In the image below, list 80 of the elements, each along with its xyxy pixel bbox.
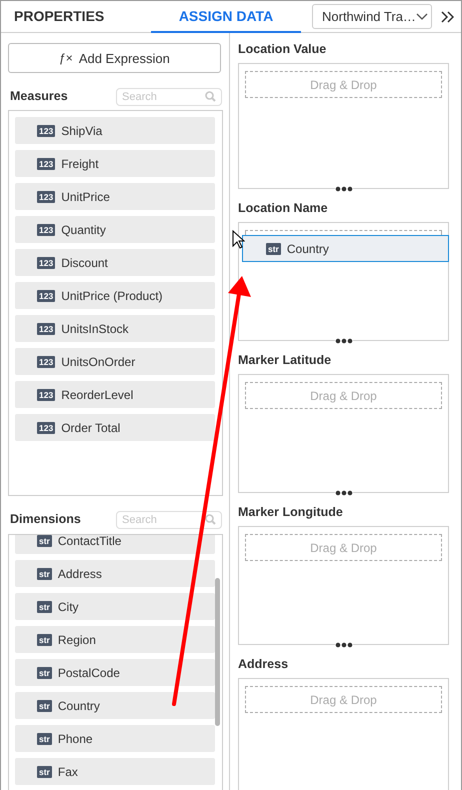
search-field[interactable]: Search	[116, 88, 222, 106]
type-badge: str	[37, 732, 52, 744]
chevron-down-icon	[416, 13, 428, 20]
type-badge: str	[37, 568, 52, 580]
field-name: Country	[58, 698, 100, 712]
type-badge: str	[37, 766, 52, 778]
type-badge: 123	[37, 388, 56, 400]
double-chevron-icon	[441, 10, 454, 22]
mouse-cursor-icon	[232, 230, 245, 249]
type-badge: str	[37, 666, 52, 678]
type-badge: 123	[37, 124, 56, 136]
well-title: Marker Latitude	[238, 352, 332, 368]
field-name: Fax	[58, 764, 78, 778]
type-badge: str	[37, 535, 52, 546]
field-item[interactable]: 123 ReorderLevel	[15, 381, 215, 408]
section-title: Dimensions	[10, 512, 81, 526]
type-badge: 123	[37, 190, 56, 202]
type-badge: 123	[37, 290, 56, 302]
field-name: Discount	[61, 256, 108, 270]
type-badge: str	[37, 700, 52, 712]
field-item[interactable]: str City	[15, 593, 215, 620]
field-name: UnitPrice (Product)	[61, 288, 163, 302]
section-title: Measures	[10, 89, 68, 103]
field-item[interactable]: str Address	[15, 560, 215, 587]
field-item[interactable]: 123 Quantity	[15, 216, 215, 243]
field-name: Address	[58, 566, 102, 580]
type-badge: 123	[37, 422, 56, 434]
resize-handle-icon	[334, 642, 352, 648]
field-item[interactable]: 123 UnitsOnOrder	[15, 348, 215, 375]
resize-handle-icon	[334, 338, 352, 344]
type-badge: 123	[37, 224, 56, 236]
field-item[interactable]: 123 UnitPrice	[15, 183, 215, 210]
type-badge: str	[37, 600, 52, 612]
field-name: Order Total	[61, 420, 120, 434]
search-icon	[205, 91, 216, 102]
field-item[interactable]: str Phone	[15, 725, 215, 752]
field-item[interactable]: 123 ShipVia	[15, 117, 215, 144]
type-badge: str	[266, 242, 281, 254]
field-item[interactable]: str ContactTitle	[15, 535, 215, 554]
field-name: Country	[286, 242, 329, 256]
field-item[interactable]: 123 UnitPrice (Product)	[15, 282, 215, 309]
type-badge: 123	[37, 356, 56, 368]
field-name: City	[58, 600, 79, 614]
field-name: Quantity	[61, 222, 106, 236]
field-name: Region	[58, 632, 96, 646]
field-name: ReorderLevel	[61, 388, 134, 402]
field-item[interactable]: 123 Freight	[15, 150, 215, 177]
type-badge: 123	[37, 256, 56, 268]
tab[interactable]: ASSIGN DATA	[151, 1, 301, 33]
well-title: Location Name	[238, 200, 329, 216]
field-name: Phone	[58, 732, 93, 746]
field-item[interactable]: str Region	[15, 626, 215, 653]
scrollbar-thumb[interactable]	[215, 578, 220, 726]
field-name: PostalCode	[58, 666, 120, 680]
field-item[interactable]: str PostalCode	[15, 659, 215, 686]
well-title: Marker Longitude	[238, 504, 344, 520]
field-name: ContactTitle	[58, 535, 122, 548]
datasource-dropdown[interactable]: Northwind Tra…	[312, 4, 432, 29]
field-name: ShipVia	[61, 124, 102, 138]
field-item[interactable]: 123 Discount	[15, 249, 215, 276]
field-name: UnitPrice	[61, 190, 110, 204]
search-icon	[205, 514, 216, 525]
field-name: UnitsInStock	[61, 322, 129, 336]
type-badge: 123	[37, 322, 56, 334]
well-title: Location Value	[238, 41, 328, 57]
field-item[interactable]: 123 Order Total	[15, 414, 215, 441]
field-item[interactable]: str Fax	[15, 758, 215, 785]
tab[interactable]: PROPERTIES	[1, 1, 151, 33]
resize-handle-icon	[334, 186, 352, 192]
field-name: UnitsOnOrder	[61, 354, 136, 368]
field-item[interactable]: 123 UnitsInStock	[15, 315, 215, 342]
field-name: Freight	[61, 156, 99, 170]
well-title: Address	[238, 656, 290, 672]
field-item[interactable]: str Country	[15, 692, 215, 719]
type-badge: 123	[37, 158, 56, 170]
resize-handle-icon	[334, 490, 352, 496]
add-expression-button[interactable]: ƒ× Add Expression	[8, 43, 221, 73]
type-badge: str	[37, 634, 52, 646]
dragged-field-item[interactable]: str Country	[242, 235, 449, 262]
search-field[interactable]: Search	[116, 511, 222, 529]
